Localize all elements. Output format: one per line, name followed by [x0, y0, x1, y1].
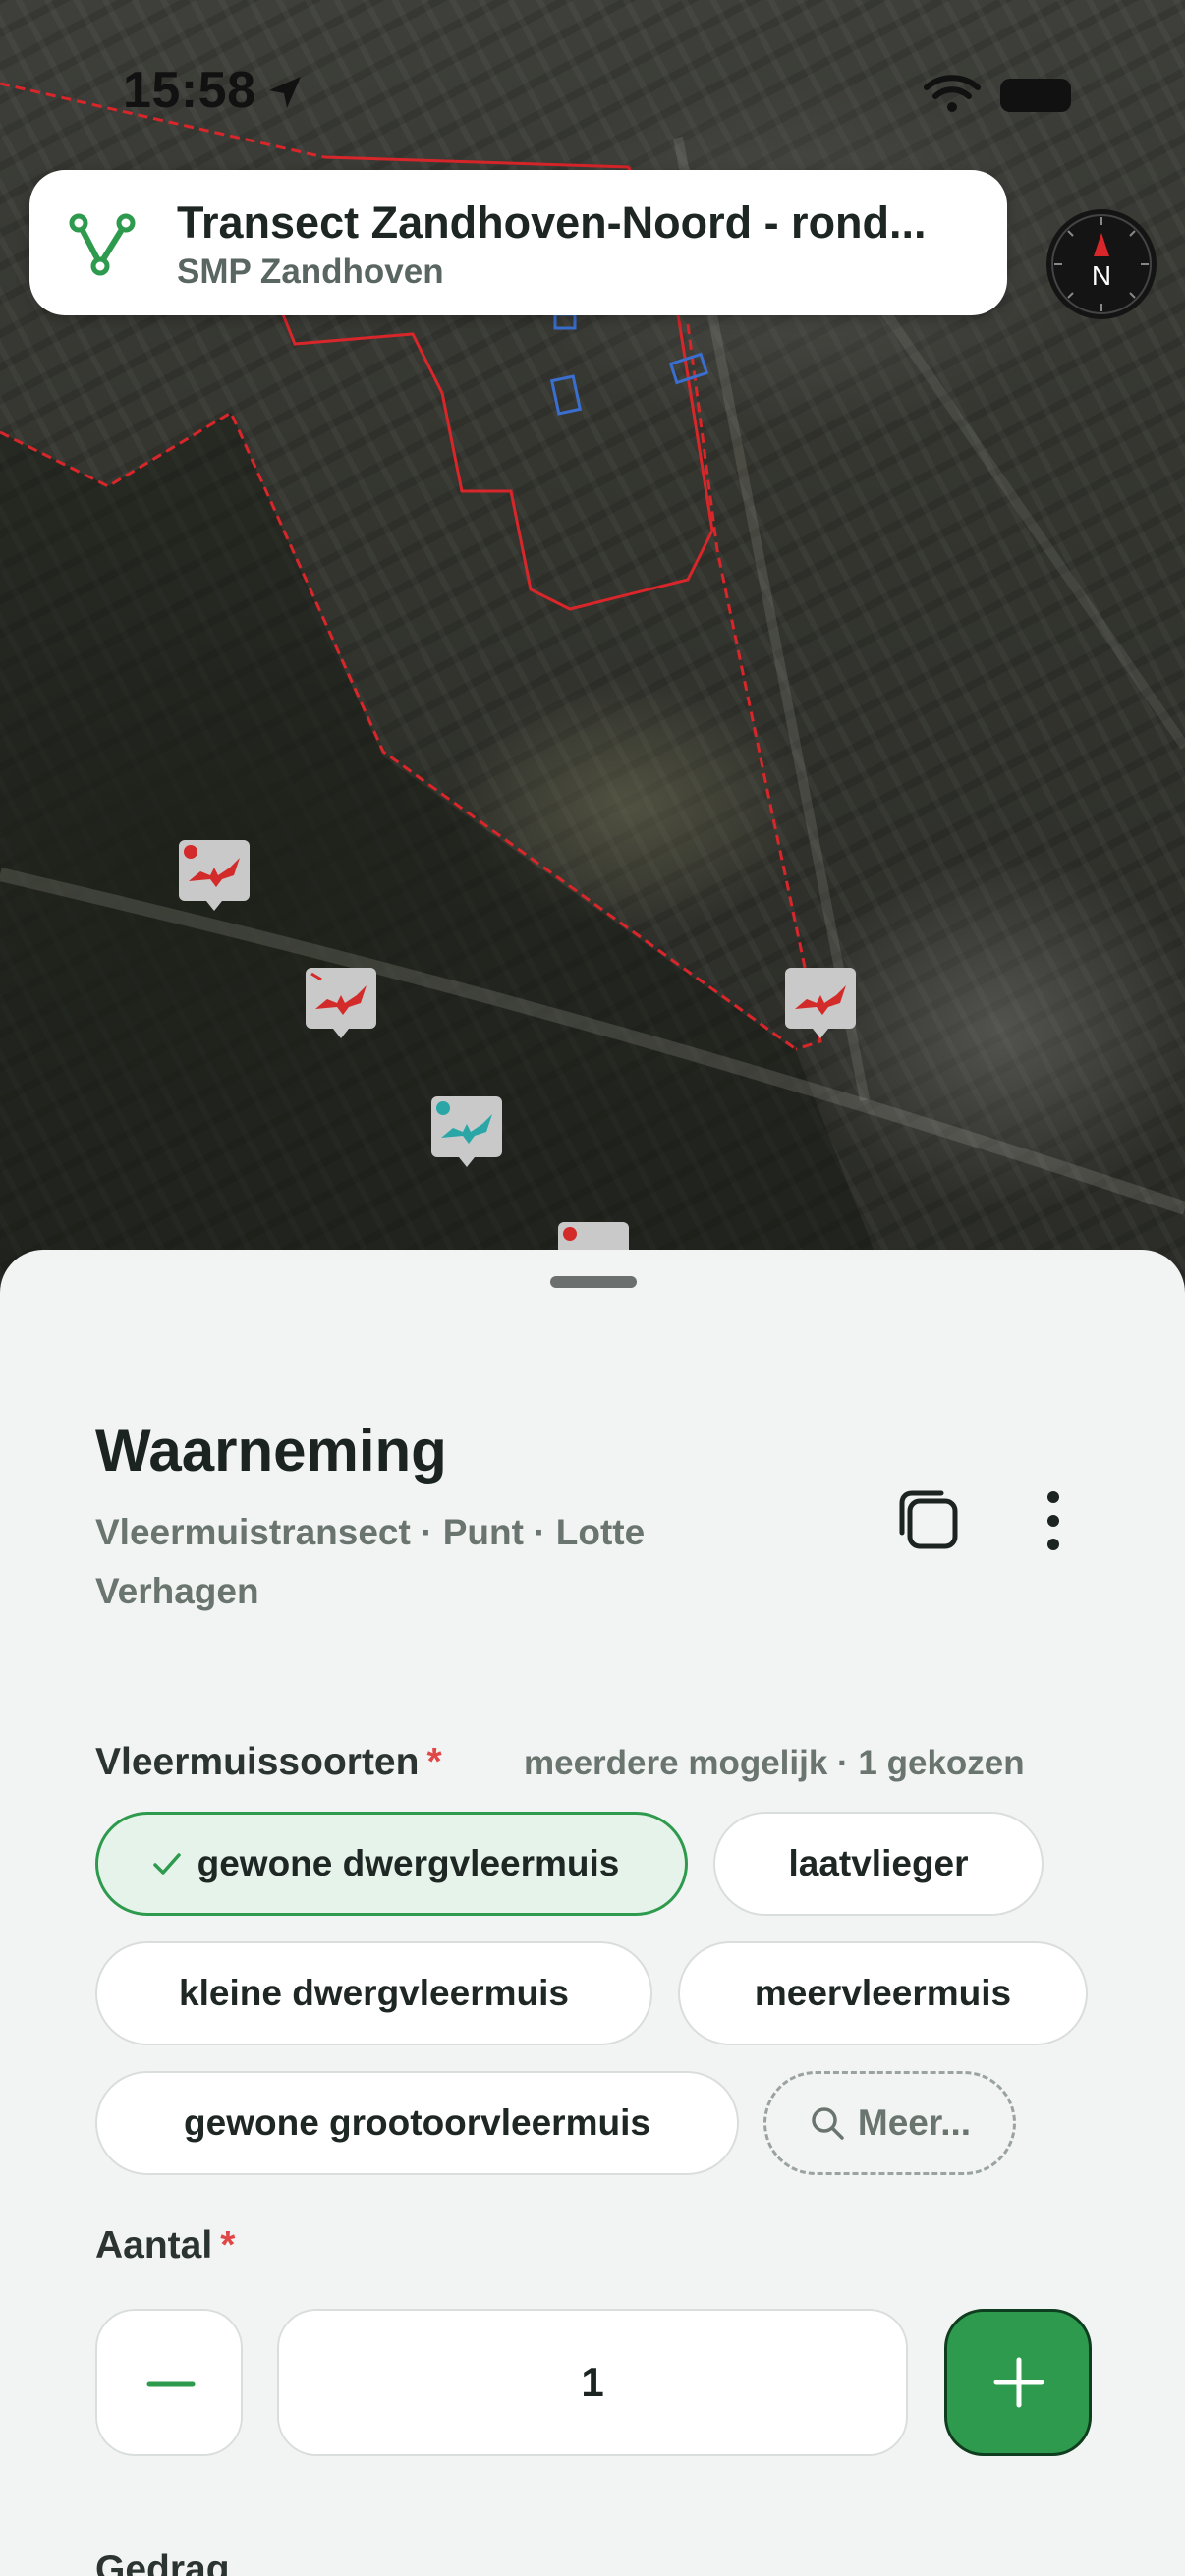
quantity-field[interactable]: 1 — [277, 2309, 908, 2456]
sheet-title: Waarneming — [95, 1418, 447, 1484]
wifi-icon — [924, 75, 981, 112]
sheet-grabber[interactable] — [550, 1276, 637, 1288]
required-marker: * — [220, 2224, 236, 2267]
count-label: Aantal * — [95, 2224, 236, 2267]
species-chip-meervleermuis[interactable]: meervleermuis — [678, 1941, 1088, 2045]
check-icon — [152, 1853, 181, 1875]
decrement-button[interactable] — [95, 2309, 243, 2456]
chip-label: gewone grootoorvleermuis — [184, 2102, 650, 2143]
species-chip-laatvlieger[interactable]: laatvlieger — [713, 1812, 1044, 1916]
chip-label: kleine dwergvleermuis — [179, 1973, 569, 2013]
status-bar: 15:58 — [0, 0, 1185, 167]
chip-label: gewone dwergvleermuis — [197, 1843, 620, 1883]
sheet-subtitle: Vleermuistransect · Punt · Lotte Verhage… — [95, 1512, 646, 1611]
species-hint: meerdere mogelijk · 1 gekozen — [524, 1744, 1025, 1782]
plus-icon — [993, 2357, 1044, 2408]
copy-icon — [899, 1490, 958, 1549]
chip-label: meervleermuis — [754, 1973, 1012, 2013]
route-icon — [69, 213, 136, 276]
more-species-button[interactable]: Meer... — [763, 2071, 1016, 2175]
more-vertical-icon — [1047, 1491, 1059, 1550]
compass-button[interactable]: N — [1046, 209, 1157, 319]
species-chip-kleine-dwergvleermuis[interactable]: kleine dwergvleermuis — [95, 1941, 652, 2045]
battery-icon — [1000, 79, 1071, 112]
chip-label: laatvlieger — [788, 1843, 969, 1883]
minus-icon — [146, 2381, 196, 2387]
transect-title: Transect Zandhoven-Noord - rond... — [177, 197, 927, 248]
location-arrow-icon — [269, 77, 301, 108]
search-icon — [812, 2107, 844, 2140]
species-chip-gewone-dwergvleermuis[interactable]: gewone dwergvleermuis — [95, 1812, 688, 1916]
observation-marker[interactable] — [177, 838, 252, 913]
transect-subtitle: SMP Zandhoven — [177, 252, 444, 291]
observation-marker[interactable] — [304, 966, 378, 1040]
observation-sheet: Waarneming Vleermuistransect · Punt · Lo… — [0, 1250, 1185, 2576]
map-view[interactable]: 15:58 Transect Zandhoven-Noord - rond...… — [0, 0, 1185, 1277]
behavior-label: Gedrag — [95, 2548, 230, 2576]
transect-title-card[interactable]: Transect Zandhoven-Noord - rond... SMP Z… — [29, 170, 1007, 315]
compass-north-label: N — [1091, 260, 1112, 291]
required-marker: * — [426, 1741, 442, 1783]
observation-marker[interactable] — [783, 966, 858, 1040]
observation-marker[interactable] — [429, 1094, 504, 1169]
increment-button[interactable] — [944, 2309, 1092, 2456]
species-label: Vleermuissoorten * — [95, 1741, 442, 1783]
species-chip-gewone-grootoorvleermuis[interactable]: gewone grootoorvleermuis — [95, 2071, 739, 2175]
more-options-button[interactable] — [1022, 1482, 1085, 1560]
status-time: 15:58 — [123, 62, 256, 119]
duplicate-button[interactable] — [890, 1482, 969, 1560]
more-label: Meer... — [857, 2102, 972, 2143]
